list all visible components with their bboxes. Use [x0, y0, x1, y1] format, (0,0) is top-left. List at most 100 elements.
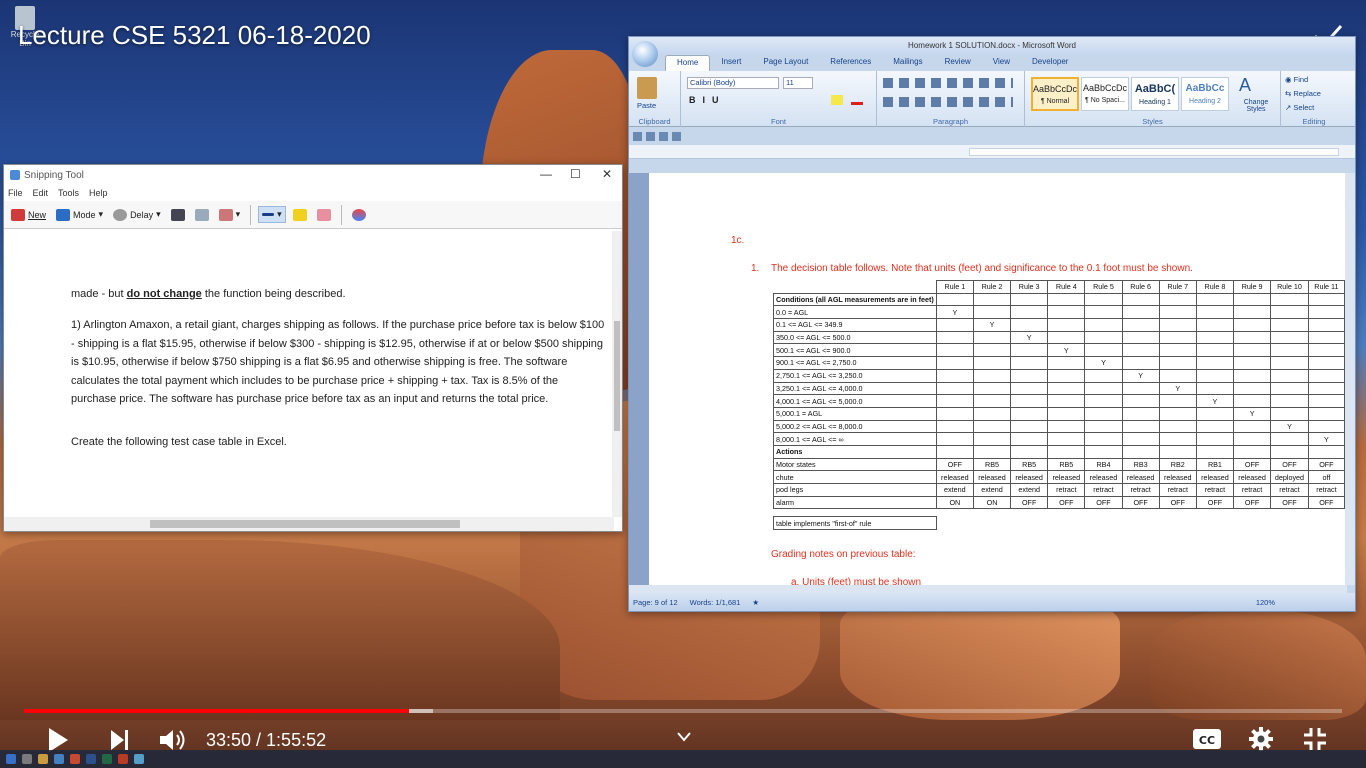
replace-button[interactable]: ⇆ Replace	[1285, 89, 1321, 98]
word-window: Homework 1 SOLUTION.docx - Microsoft Wor…	[628, 36, 1356, 612]
font-name-select[interactable]: Calibri (Body)	[687, 77, 779, 89]
style-normal[interactable]: AaBbCcDc ¶ Normal	[1031, 77, 1079, 111]
table-cell: OFF	[1158, 495, 1197, 510]
delay-button[interactable]: Delay ▾	[110, 207, 164, 223]
word-vertical-scrollbar[interactable]	[1345, 173, 1355, 585]
pen-button[interactable]: ▾	[258, 206, 286, 223]
change-styles-icon[interactable]: A	[1239, 75, 1251, 96]
minimize-icon[interactable]: —	[540, 167, 552, 181]
list-buttons[interactable]	[883, 78, 1013, 88]
mode-button[interactable]: Mode ▾	[53, 207, 106, 223]
table-cell	[1307, 356, 1346, 370]
excel-icon[interactable]	[102, 754, 112, 764]
document-page[interactable]: 1c. 1. The decision table follows. Note …	[649, 173, 1346, 585]
edge-icon[interactable]	[54, 754, 64, 764]
table-cell: Y	[1047, 343, 1086, 358]
firefox-icon[interactable]	[118, 754, 128, 764]
change-styles-label[interactable]: Change Styles	[1235, 99, 1277, 113]
table-cell	[1270, 356, 1309, 370]
table-cell	[1158, 343, 1197, 358]
table-row: pod legs extend extend extend retract retract…	[773, 483, 1346, 497]
app-icon[interactable]	[134, 754, 144, 764]
table-cell	[1084, 368, 1123, 383]
table-cell: Rule 6	[1121, 280, 1160, 294]
table-cell: RB2	[1158, 457, 1197, 472]
tab-home[interactable]: Home	[665, 55, 711, 71]
close-icon[interactable]: ✕	[602, 167, 612, 181]
paint3d-button[interactable]	[349, 207, 369, 223]
table-cell: ON	[972, 495, 1012, 510]
scroll-thumb[interactable]	[150, 520, 460, 528]
paste-icon[interactable]	[637, 77, 657, 99]
paste-label[interactable]: Paste	[637, 101, 656, 110]
menu-file[interactable]: File	[8, 188, 23, 198]
style-heading-1[interactable]: AaBbC(Heading 1	[1131, 77, 1179, 111]
zoom-level[interactable]: 120%	[1256, 598, 1275, 607]
table-cell	[972, 305, 1012, 320]
send-button[interactable]: ▾	[216, 207, 244, 223]
page-count[interactable]: Page: 9 of 12	[633, 598, 678, 607]
font-size-select[interactable]: 11	[783, 77, 813, 89]
copy-button[interactable]	[192, 207, 212, 223]
table-cell: OFF	[1307, 457, 1346, 472]
style-preview: AaBbCc	[1185, 83, 1225, 94]
table-cell	[1158, 330, 1197, 345]
tab-view[interactable]: View	[982, 55, 1021, 71]
print-icon[interactable]	[672, 131, 681, 141]
captions-icon[interactable]: CC	[1192, 726, 1222, 752]
font-color-icon[interactable]	[851, 95, 863, 105]
maximize-icon[interactable]: ☐	[570, 167, 581, 181]
word-count[interactable]: Words: 1/1,681	[690, 598, 741, 607]
table-cell: released	[1195, 470, 1235, 484]
find-button[interactable]: ◉ Find	[1285, 75, 1308, 84]
office-button-icon[interactable]	[632, 41, 658, 67]
highlighter-button[interactable]	[290, 207, 310, 223]
table-cell: Y	[972, 318, 1012, 332]
table-cell	[935, 394, 974, 408]
style-no-spacing[interactable]: AaBbCcDc ¶ No Spaci...	[1081, 77, 1129, 111]
table-cell	[1084, 381, 1123, 396]
progress-played[interactable]	[24, 709, 409, 713]
table-cell: retract	[1121, 483, 1160, 497]
explorer-icon[interactable]	[38, 754, 48, 764]
search-icon[interactable]	[22, 754, 32, 764]
app-icon[interactable]	[70, 754, 80, 764]
gear-icon[interactable]	[1248, 726, 1274, 752]
start-icon[interactable]	[6, 754, 16, 764]
table-cell	[1233, 432, 1272, 446]
tab-references[interactable]: References	[819, 55, 882, 71]
save-icon[interactable]	[633, 131, 642, 141]
ruler[interactable]	[629, 145, 1355, 159]
style-heading-2[interactable]: AaBbCc Heading 2	[1181, 77, 1229, 111]
menu-tools[interactable]: Tools	[58, 188, 79, 198]
align-buttons[interactable]	[883, 97, 1013, 107]
select-button[interactable]: ↗ Select	[1285, 103, 1314, 112]
table-cell	[1047, 419, 1086, 434]
highlight-icon[interactable]	[831, 95, 843, 105]
tab-review[interactable]: Review	[934, 55, 982, 71]
table-row: 8,000.1 <= AGL <= ∞ Y	[773, 432, 1346, 446]
new-snip-button[interactable]: New	[8, 207, 49, 223]
proofing-icon[interactable]: ★	[752, 598, 759, 607]
table-cell	[1121, 318, 1160, 332]
eraser-button[interactable]	[314, 207, 334, 223]
menu-edit[interactable]: Edit	[33, 188, 49, 198]
format-buttons[interactable]: BIU	[689, 95, 726, 105]
redo-icon[interactable]	[659, 131, 668, 141]
tab-page-layout[interactable]: Page Layout	[752, 55, 819, 71]
table-cell	[1158, 292, 1197, 307]
word-icon[interactable]	[86, 754, 96, 764]
scroll-thumb[interactable]	[614, 321, 620, 431]
undo-icon[interactable]	[646, 131, 655, 141]
horizontal-scrollbar[interactable]	[4, 517, 614, 531]
chevron-down-icon[interactable]	[676, 730, 692, 744]
tab-insert[interactable]: Insert	[710, 55, 752, 71]
tab-developer[interactable]: Developer	[1021, 55, 1079, 71]
save-button[interactable]	[168, 207, 188, 223]
tab-mailings[interactable]: Mailings	[882, 55, 933, 71]
menu-help[interactable]: Help	[89, 188, 108, 198]
svg-text:CC: CC	[1199, 734, 1215, 747]
toolbar-divider	[250, 204, 252, 225]
exit-fullscreen-icon[interactable]	[1302, 726, 1328, 752]
vertical-scrollbar[interactable]	[612, 231, 622, 517]
